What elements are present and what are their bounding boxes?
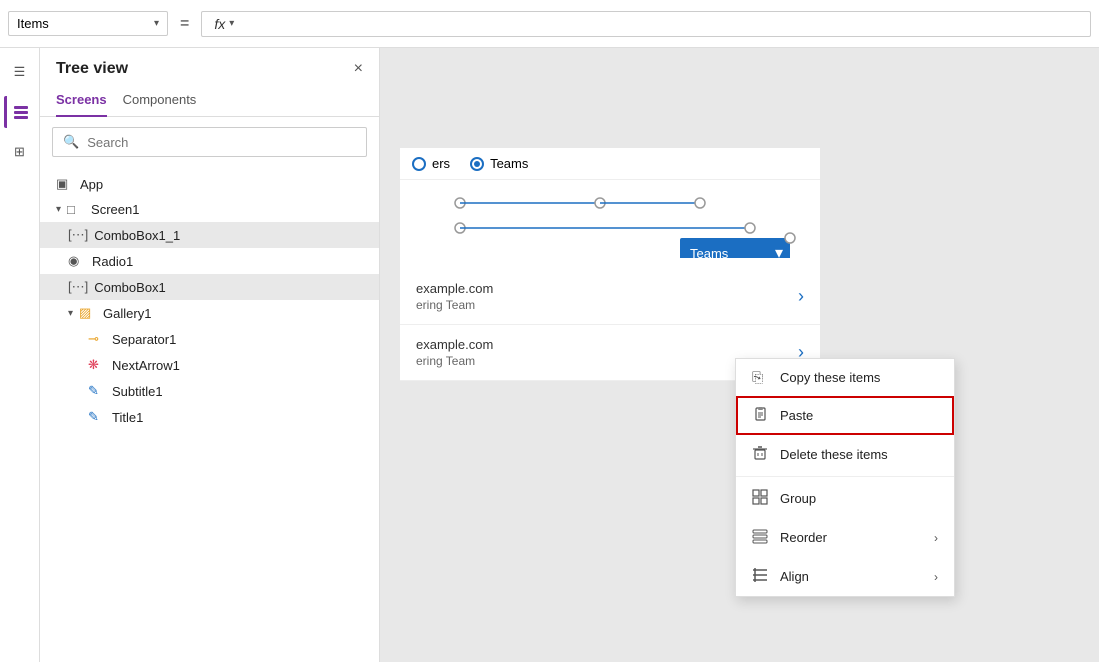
nextarrow1-icon: ❋	[88, 357, 106, 373]
top-bar: Items ▾ = fx ▾	[0, 0, 1099, 48]
equals-sign: =	[176, 15, 193, 33]
combobox1-icon: [⋯]	[68, 279, 88, 295]
reorder-icon	[752, 528, 770, 547]
context-menu-reorder-label: Reorder	[780, 530, 827, 545]
reorder-arrow-icon: ›	[934, 531, 938, 545]
tree-item-combobox1-1[interactable]: [⋯] ComboBox1_1	[40, 222, 379, 248]
canvas-preview: ers Teams	[400, 148, 820, 381]
tree-panel-header: Tree view ×	[40, 48, 379, 86]
subtitle1-icon: ✎	[88, 383, 106, 399]
items-dropdown-chevron: ▾	[154, 18, 159, 29]
copy-icon: ⎘	[752, 369, 770, 386]
list-item-info-1: example.com ering Team	[416, 281, 493, 312]
tree-item-title1-label: Title1	[112, 410, 143, 425]
tree-item-gallery1-label: Gallery1	[103, 306, 151, 321]
radio-circle-ers	[412, 157, 426, 171]
context-menu-align[interactable]: Align ›	[736, 557, 954, 596]
title1-icon: ✎	[88, 409, 106, 425]
context-menu-copy[interactable]: ⎘ Copy these items	[736, 359, 954, 396]
context-menu-copy-label: Copy these items	[780, 370, 880, 385]
tree-item-combobox1-label: ComboBox1	[94, 280, 166, 295]
fx-bar[interactable]: fx ▾	[201, 11, 1091, 37]
context-menu-group-label: Group	[780, 491, 816, 506]
tree-item-gallery1[interactable]: ▾ ▨ Gallery1	[40, 300, 379, 326]
tree-item-nextarrow1-label: NextArrow1	[112, 358, 180, 373]
items-dropdown-label: Items	[17, 16, 150, 31]
list-item-sub-1: ering Team	[416, 298, 493, 312]
paste-icon	[752, 406, 770, 425]
list-item-info-2: example.com ering Team	[416, 337, 493, 368]
tree-item-combobox1[interactable]: [⋯] ComboBox1	[40, 274, 379, 300]
list-item-row-1: example.com ering Team ›	[400, 269, 820, 325]
tree-item-combobox1-1-label: ComboBox1_1	[94, 228, 180, 243]
tree-panel-title: Tree view	[56, 60, 128, 78]
tree-tabs: Screens Components	[40, 86, 379, 117]
components-icon-button[interactable]: ⊞	[4, 136, 36, 168]
tree-item-separator1-label: Separator1	[112, 332, 176, 347]
context-menu-reorder[interactable]: Reorder ›	[736, 518, 954, 557]
svg-text:Teams: Teams	[690, 246, 729, 258]
align-arrow-icon: ›	[934, 570, 938, 584]
radio1-icon: ◉	[68, 253, 86, 269]
search-input[interactable]	[87, 135, 356, 150]
app-icon: ▣	[56, 176, 74, 192]
tree-item-screen1[interactable]: ▾ □ Screen1	[40, 197, 379, 222]
search-icon: 🔍	[63, 134, 79, 150]
tree-item-app[interactable]: ▣ App	[40, 171, 379, 197]
fx-chevron: ▾	[229, 18, 234, 29]
tree-item-subtitle1[interactable]: ✎ Subtitle1	[40, 378, 379, 404]
radio-option-teams: Teams	[470, 156, 528, 171]
canvas-area: ers Teams	[380, 48, 1099, 662]
tree-panel-close-button[interactable]: ×	[354, 60, 363, 78]
align-icon	[752, 567, 770, 586]
context-menu: ⎘ Copy these items Paste	[735, 358, 955, 597]
left-toolbar: ☰ ⊞	[0, 48, 40, 662]
tree-item-screen1-label: Screen1	[91, 202, 139, 217]
items-dropdown[interactable]: Items ▾	[8, 11, 168, 36]
context-menu-paste-label: Paste	[780, 408, 813, 423]
context-menu-align-label: Align	[780, 569, 809, 584]
screen1-chevron: ▾	[56, 204, 61, 215]
delete-icon	[752, 445, 770, 464]
svg-text:▾: ▾	[775, 245, 783, 258]
main-area: ☰ ⊞ Tree view × Screens Components 🔍	[0, 48, 1099, 662]
context-menu-delete-label: Delete these items	[780, 447, 888, 462]
context-menu-paste[interactable]: Paste	[736, 396, 954, 435]
radio-label-teams: Teams	[490, 156, 528, 171]
radio-row: ers Teams	[400, 148, 820, 180]
tree-search[interactable]: 🔍	[52, 127, 367, 157]
gallery1-chevron: ▾	[68, 308, 73, 319]
connector-svg: Teams ▾	[400, 188, 820, 258]
list-item-main-1: example.com	[416, 281, 493, 296]
tree-item-subtitle1-label: Subtitle1	[112, 384, 163, 399]
context-menu-divider-1	[736, 476, 954, 477]
combobox1-1-icon: [⋯]	[68, 227, 88, 243]
tab-screens[interactable]: Screens	[56, 86, 107, 117]
hamburger-icon-button[interactable]: ☰	[4, 56, 36, 88]
list-item-sub-2: ering Team	[416, 354, 493, 368]
tree-item-radio1-label: Radio1	[92, 254, 133, 269]
radio-option-ers: ers	[412, 156, 450, 171]
tab-components[interactable]: Components	[123, 86, 197, 117]
gallery1-icon: ▨	[79, 305, 97, 321]
tree-content: ▣ App ▾ □ Screen1 [⋯] ComboBox1_1 ◉ Radi…	[40, 167, 379, 662]
tree-item-radio1[interactable]: ◉ Radio1	[40, 248, 379, 274]
layers-icon-button[interactable]	[4, 96, 36, 128]
list-chevron-1: ›	[798, 286, 804, 307]
tree-panel: Tree view × Screens Components 🔍 ▣ App ▾	[40, 48, 380, 662]
group-icon	[752, 489, 770, 508]
screen1-icon: □	[67, 202, 85, 217]
tree-item-nextarrow1[interactable]: ❋ NextArrow1	[40, 352, 379, 378]
tree-item-separator1[interactable]: ⊸ Separator1	[40, 326, 379, 352]
radio-label-ers: ers	[432, 156, 450, 171]
fx-label: fx	[214, 16, 225, 32]
combo-connector-area: Teams ▾	[400, 180, 820, 269]
radio-circle-teams	[470, 157, 484, 171]
context-menu-group[interactable]: Group	[736, 479, 954, 518]
context-menu-delete[interactable]: Delete these items	[736, 435, 954, 474]
separator1-icon: ⊸	[88, 331, 106, 347]
tree-item-app-label: App	[80, 177, 103, 192]
tree-item-title1[interactable]: ✎ Title1	[40, 404, 379, 430]
list-item-main-2: example.com	[416, 337, 493, 352]
